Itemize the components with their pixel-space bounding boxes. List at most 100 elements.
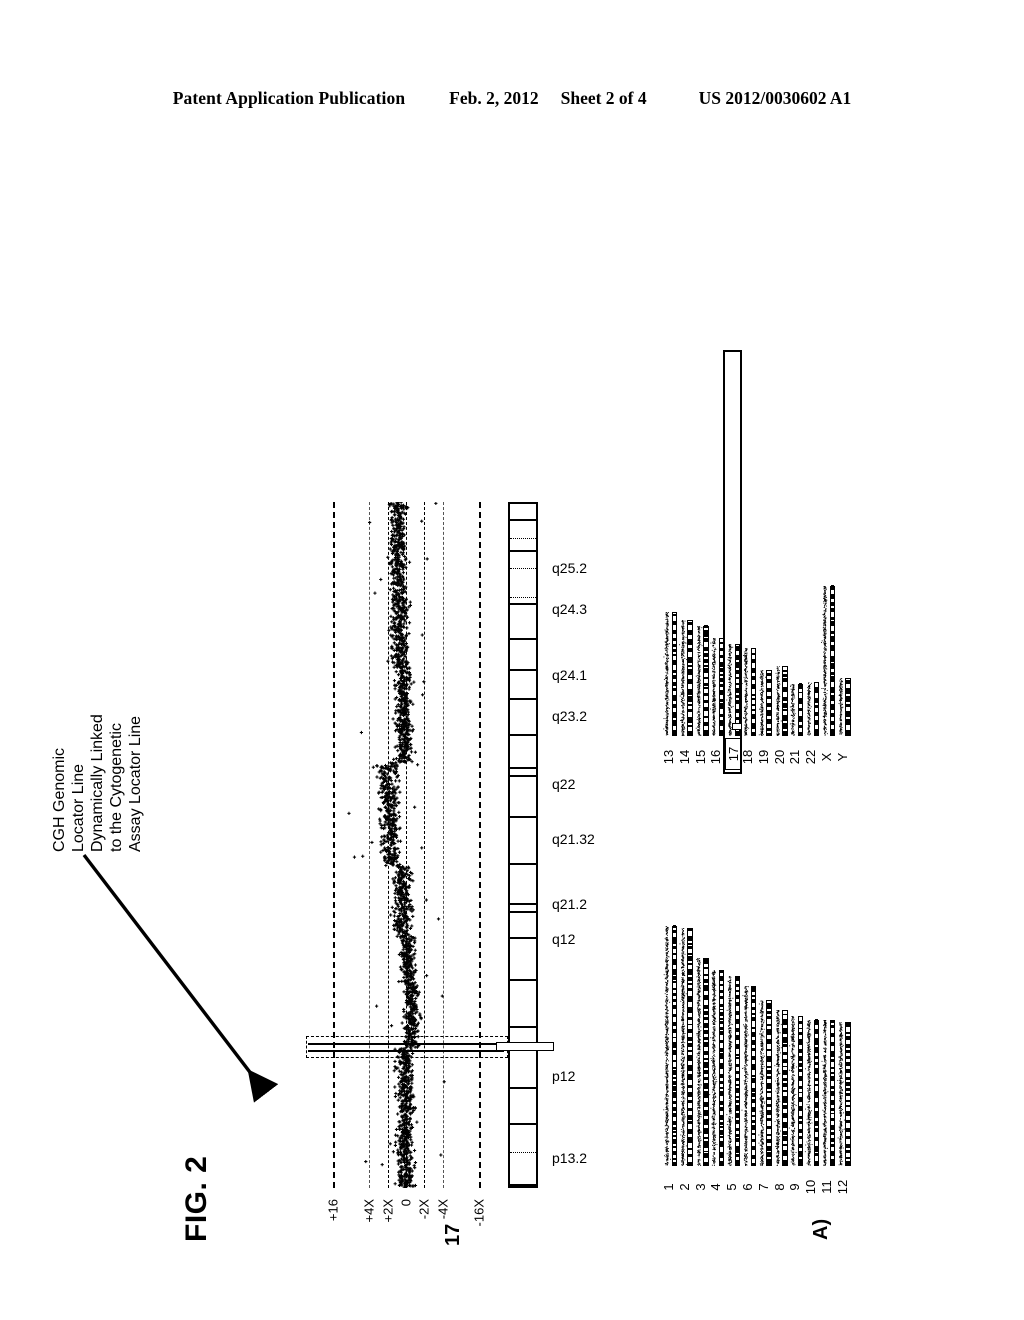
overview-band [846,1104,850,1107]
overview-ideogram-19[interactable] [766,670,772,736]
overview-band [751,652,755,655]
overview-band [783,703,787,708]
ideogram-band [510,550,536,569]
overview-band [783,1096,787,1103]
overview-band [688,1074,692,1080]
overview-ideogram-2[interactable] [687,928,693,1166]
overview-chromosome-label-1[interactable]: 1 [661,1174,676,1200]
chromosome-detail-panel[interactable]: 17 -16X -4X -2X 0 +2X +4X +16 p13.2 p12 q12 q21.2… [306,502,622,1246]
overview-ideogram-5[interactable] [734,976,741,1166]
overview-row[interactable]: 12 [835,780,851,1200]
overview-row[interactable]: 18 [740,350,756,770]
overview-chromosome-label-4[interactable]: 4 [708,1174,723,1200]
overview-row[interactable]: 13 [661,350,677,770]
overview-chromosome-label-X[interactable]: X [819,744,834,770]
overview-ideogram-X[interactable] [829,585,835,736]
overview-row[interactable]: 5 [724,780,741,1200]
overview-band [783,1160,787,1165]
overview-ideogram-3[interactable] [703,958,709,1166]
cytoband-label-q241: q24.1 [552,666,588,683]
overview-band [688,1084,692,1089]
overview-chromosome-label-Y[interactable]: Y [835,744,850,770]
cgh-scatter-plot[interactable] [306,502,508,1188]
overview-chromosome-label-5[interactable]: 5 [724,1174,739,1200]
overview-band [704,1011,708,1016]
overview-band [735,1112,740,1118]
overview-row[interactable]: 20 [772,350,788,770]
overview-row[interactable]: 16 [708,350,725,770]
genome-overview-panel[interactable]: 1 2 3 4 5 6 7 8 9 10 11 12 13 14 15 16 17 18 19 20 21 22 X Y [661,300,852,1200]
overview-ideogram-13[interactable] [671,612,677,736]
ideogram-band [510,1044,536,1090]
overview-chromosome-label-7[interactable]: 7 [756,1174,771,1200]
overview-chromosome-label-21[interactable]: 21 [787,744,802,770]
overview-ideogram-12[interactable] [845,1022,851,1166]
chromosome-ideogram[interactable] [496,502,554,1188]
overview-row[interactable]: 3 [693,780,709,1200]
overview-ideogram-7[interactable] [766,1000,772,1166]
overview-chromosome-label-15[interactable]: 15 [693,744,708,770]
overview-ideogram-1[interactable] [671,925,677,1166]
overview-row[interactable]: 19 [756,350,772,770]
overview-row[interactable]: 17 [725,350,743,770]
overview-chromosome-label-6[interactable]: 6 [740,1174,755,1200]
overview-chromosome-label-2[interactable]: 2 [677,1174,692,1200]
overview-band [672,637,676,641]
overview-ideogram-6[interactable] [750,986,756,1166]
overview-chromosome-label-10[interactable]: 10 [803,1174,818,1200]
overview-ideogram-20[interactable] [782,666,788,736]
overview-band [688,703,692,706]
overview-row[interactable]: 1 [661,780,677,1200]
overview-ideogram-21[interactable] [797,683,804,736]
cgh-genomic-locator-line[interactable] [308,1042,504,1052]
overview-ideogram-10[interactable] [813,1019,820,1166]
overview-row[interactable]: 6 [740,780,756,1200]
overview-chromosome-label-14[interactable]: 14 [677,744,692,770]
overview-ideogram-Y[interactable] [845,678,851,736]
overview-band [767,673,771,676]
overview-band [672,1041,676,1048]
overview-row[interactable]: 14 [677,350,693,770]
overview-band [846,1160,850,1165]
overview-chromosome-label-9[interactable]: 9 [787,1174,802,1200]
overview-ideogram-22[interactable] [813,682,820,736]
overview-chromosome-label-22[interactable]: 22 [803,744,818,770]
overview-row[interactable]: 2 [677,780,693,1200]
overview-row[interactable]: Y [835,350,851,770]
overview-chromosome-label-12[interactable]: 12 [835,1174,850,1200]
overview-band [735,662,740,668]
overview-row[interactable]: X [819,350,835,770]
overview-chromosome-label-8[interactable]: 8 [772,1174,787,1200]
overview-row[interactable]: 11 [819,780,835,1200]
overview-chromosome-label-18[interactable]: 18 [740,744,755,770]
overview-trace-7 [758,1000,766,1166]
overview-trace-1 [663,926,671,1166]
overview-band [798,1062,803,1068]
overview-row[interactable]: 10 [803,780,820,1200]
overview-row[interactable]: 7 [756,780,772,1200]
overview-ideogram-8[interactable] [782,1010,788,1166]
overview-row[interactable]: 9 [787,780,804,1200]
overview-ideogram-11[interactable] [829,1019,835,1166]
overview-ideogram-14[interactable] [687,620,693,736]
overview-chromosome-label-11[interactable]: 11 [819,1174,834,1200]
overview-row[interactable]: 15 [693,350,709,770]
overview-row[interactable]: 4 [708,780,725,1200]
figure-label: FIG. 2 [180,1155,213,1242]
ideogram-band [510,602,536,641]
overview-chromosome-label-20[interactable]: 20 [772,744,787,770]
overview-ideogram-4[interactable] [718,970,725,1166]
overview-chromosome-label-19[interactable]: 19 [756,744,771,770]
overview-chromosome-label-3[interactable]: 3 [693,1174,708,1200]
overview-row[interactable]: 8 [772,780,788,1200]
overview-trace-5 [726,976,734,1166]
overview-ideogram-9[interactable] [797,1016,804,1166]
overview-chromosome-label-13[interactable]: 13 [661,744,676,770]
overview-chromosome-label-16[interactable]: 16 [708,744,723,770]
overview-row[interactable]: 22 [803,350,820,770]
overview-ideogram-15[interactable] [703,625,709,736]
overview-band [751,708,755,711]
overview-ideogram-18[interactable] [750,648,756,736]
overview-row[interactable]: 21 [787,350,804,770]
overview-band [672,1161,676,1165]
